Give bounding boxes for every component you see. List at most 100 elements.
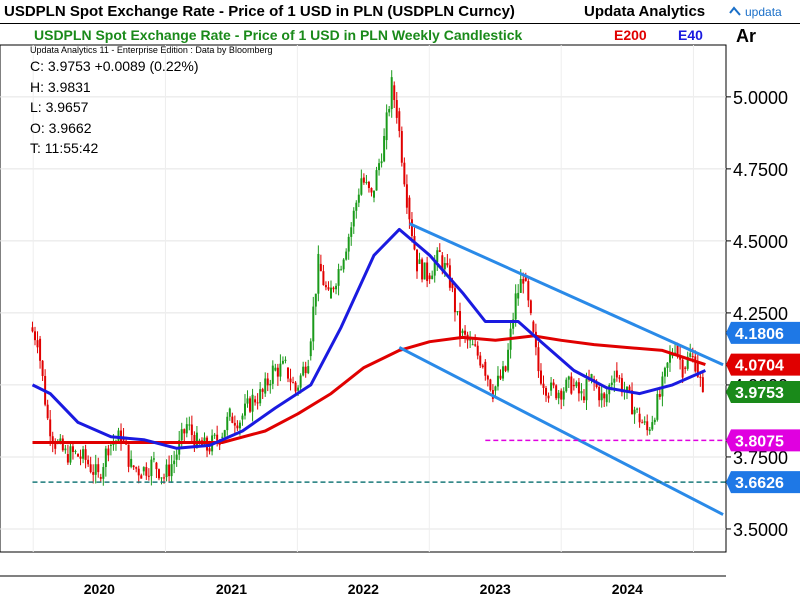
ma-line-e200 — [32, 334, 706, 444]
candle-body — [694, 356, 697, 372]
legend-e40: E40 — [678, 27, 703, 43]
candle-body — [292, 382, 295, 384]
candle-body — [137, 468, 140, 476]
candle-body — [648, 429, 651, 432]
candle-body — [370, 188, 373, 193]
candle-body — [646, 421, 649, 431]
candle-body — [279, 363, 282, 377]
candle-body — [243, 403, 246, 416]
candle-body — [691, 356, 694, 358]
candle-body — [357, 194, 360, 203]
candle-body — [142, 467, 145, 472]
candle-body — [517, 292, 520, 299]
candle-body — [481, 365, 484, 368]
candle-body — [641, 422, 644, 424]
candle-body — [572, 384, 575, 387]
candle-body — [145, 467, 148, 476]
candle-body — [666, 362, 669, 368]
candle-body — [102, 467, 105, 479]
candle-body — [585, 379, 588, 401]
candle-body — [405, 184, 408, 208]
candle-body — [304, 366, 307, 374]
candle-body — [446, 263, 449, 266]
candle-body — [36, 340, 39, 348]
candle-body — [347, 236, 350, 252]
candle-body — [527, 281, 530, 301]
candle-body — [46, 404, 49, 419]
candle-body — [428, 275, 431, 280]
candle-body — [307, 366, 310, 374]
candle-body — [385, 112, 388, 141]
candle-body — [600, 393, 603, 401]
candle-body — [494, 386, 497, 391]
candle-body — [299, 375, 302, 388]
candle-body — [433, 262, 436, 276]
candle-body — [256, 402, 259, 404]
candle-body — [453, 288, 456, 313]
legend-e200: E200 — [614, 27, 647, 43]
candle-body — [636, 408, 639, 410]
candle-body — [400, 131, 403, 163]
candle-body — [168, 464, 171, 477]
candle-body — [416, 249, 419, 272]
candle-body — [403, 162, 406, 185]
candle-body — [684, 367, 687, 369]
candle-body — [373, 190, 375, 198]
candle-body — [628, 386, 631, 391]
candle-body — [324, 285, 327, 288]
candle-body — [689, 353, 692, 357]
candle-body — [398, 111, 401, 132]
candle-body — [476, 345, 479, 356]
price-label-text: 4.1806 — [735, 326, 784, 343]
candle-body — [183, 429, 186, 434]
candle-body — [314, 293, 317, 307]
candle-body — [312, 306, 315, 342]
candle-body — [335, 285, 338, 290]
candle-body — [170, 464, 173, 477]
candle-body — [345, 251, 348, 260]
candle-body — [269, 383, 272, 386]
title-bar: USDPLN Spot Exchange Rate - Price of 1 U… — [0, 0, 800, 24]
candle-body — [631, 390, 634, 415]
candle-body — [575, 382, 578, 387]
candle-body — [378, 163, 381, 171]
candle-body — [471, 344, 474, 346]
candle-body — [701, 377, 704, 393]
candle-body — [49, 419, 52, 437]
candle-body — [550, 382, 553, 391]
candle-body — [638, 413, 641, 423]
y-tick-label: 4.5000 — [733, 232, 788, 252]
candle-body — [97, 464, 100, 473]
brand-name: Updata Analytics — [584, 3, 706, 20]
candle-body — [319, 263, 322, 272]
quote-time: T: 11:55:42 — [30, 140, 99, 156]
candle-body — [329, 287, 332, 299]
quote-close: C: 3.9753 +0.0089 (0.22%) — [30, 58, 199, 74]
candle-body — [135, 467, 138, 469]
candle-body — [507, 349, 510, 371]
candle-body — [496, 375, 499, 387]
candle-body — [74, 450, 77, 452]
candle-body — [226, 416, 229, 431]
y-tick-label: 4.7500 — [733, 160, 788, 180]
data-source-byline: Updata Analytics 11 - Enterprise Edition… — [30, 45, 273, 55]
candle-body — [31, 327, 34, 332]
candle-body — [107, 448, 110, 456]
updata-logo: updata — [728, 3, 800, 21]
candle-body — [155, 462, 158, 470]
candle-body — [383, 136, 386, 162]
candle-body — [410, 219, 413, 237]
candle-body — [350, 227, 353, 237]
candle-body — [175, 454, 178, 460]
candle-body — [570, 376, 573, 394]
candle-body — [522, 278, 525, 284]
candle-body — [132, 465, 135, 468]
quote-low: L: 3.9657 — [30, 99, 89, 115]
candle-body — [221, 436, 224, 438]
quote-open: O: 3.9662 — [30, 120, 92, 136]
axis-layer: 3.50003.75004.00004.25004.50004.75005.00… — [0, 88, 800, 597]
candle-body — [613, 378, 616, 383]
candle-body — [656, 394, 659, 420]
candle-body — [284, 359, 287, 361]
candle-body — [555, 385, 558, 399]
